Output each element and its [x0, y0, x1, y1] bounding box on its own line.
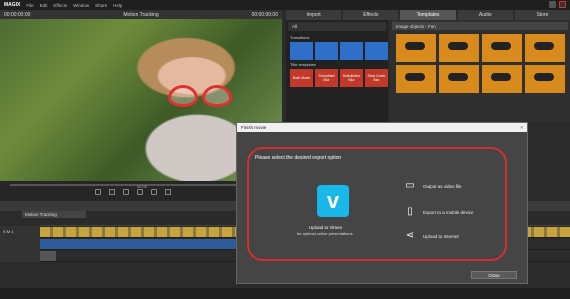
objects-select[interactable]: Image objects - Fun — [392, 22, 568, 30]
menu-effects[interactable]: Effects — [53, 3, 67, 8]
menu-share[interactable]: Share — [95, 3, 107, 8]
title-tile[interactable]: Smoothed Blur — [315, 69, 338, 87]
option-mobile[interactable]: ▯ Export to a mobile device — [405, 206, 474, 217]
media-pool-tabs: Import Effects Templates Audio Store — [286, 10, 570, 20]
title-tile[interactable]: Slow Cover Blur — [365, 69, 388, 87]
folder-icon: ▭ — [405, 180, 415, 191]
category-select[interactable]: All — [288, 22, 386, 31]
object-clip[interactable] — [40, 251, 56, 261]
play-icon[interactable] — [137, 189, 143, 195]
object-thumb[interactable] — [396, 34, 436, 62]
menu-edit[interactable]: Edit — [40, 3, 48, 8]
object-thumb[interactable] — [439, 65, 479, 93]
next-icon[interactable] — [165, 189, 171, 195]
highlight-frame — [247, 147, 507, 261]
transition-tile[interactable] — [290, 42, 313, 60]
stop-icon[interactable] — [123, 189, 129, 195]
track-header[interactable] — [0, 238, 40, 250]
title-tile[interactable]: Softclimber Blur — [340, 69, 363, 87]
heart-glasses-object[interactable] — [168, 85, 238, 109]
close-button[interactable]: Close — [471, 271, 517, 279]
finish-movie-dialog: Finish movie × Please select the desired… — [236, 122, 528, 284]
tab-templates[interactable]: Templates — [400, 10, 456, 20]
option-label: Output as video file — [423, 183, 462, 189]
tab-audio[interactable]: Audio — [457, 10, 513, 20]
vimeo-icon[interactable]: v — [317, 185, 349, 217]
transition-tile[interactable] — [365, 42, 388, 60]
app-logo: MAGIX — [4, 2, 21, 8]
image-objects-pane: Image objects - Fun — [390, 20, 570, 122]
object-thumb[interactable] — [396, 65, 436, 93]
mobile-icon: ▯ — [407, 206, 413, 217]
tool-icon[interactable] — [549, 1, 556, 8]
share-icon: ⋖ — [405, 230, 415, 241]
object-thumb[interactable] — [525, 34, 565, 62]
option-internet[interactable]: ⋖ Upload to Internet — [405, 231, 459, 241]
option-label: Export to a mobile device — [423, 209, 474, 215]
menu-bar: MAGIX File Edit Effects Window Share Hel… — [0, 0, 570, 10]
timeline-tab[interactable]: Motion Tracking — [22, 211, 86, 218]
status-bar — [0, 288, 570, 299]
tab-effects[interactable]: Effects — [343, 10, 399, 20]
time-left: 00:00:00:00 — [4, 11, 31, 18]
video-header: 00:00:00:00 Motion Tracking 00:00:00:00 — [0, 10, 282, 19]
track-header[interactable] — [0, 250, 40, 262]
templates-list: All Transitions Title templates Both Mod… — [286, 20, 388, 122]
dialog-title-bar: Finish movie × — [237, 123, 527, 132]
track-header[interactable]: S M 1 — [0, 226, 40, 238]
vimeo-sub: for optimal online presentations — [297, 231, 353, 236]
object-thumb[interactable] — [525, 65, 565, 93]
forward-icon[interactable] — [151, 189, 157, 195]
menu-window[interactable]: Window — [73, 3, 89, 8]
tab-store[interactable]: Store — [514, 10, 570, 20]
option-video-file[interactable]: ▭ Output as video file — [405, 180, 462, 191]
dialog-title: Finish movie — [241, 125, 267, 130]
upload-icon[interactable] — [559, 1, 566, 8]
tab-import[interactable]: Import — [286, 10, 342, 20]
option-label: Upload to Internet — [423, 233, 459, 239]
menu-file[interactable]: File — [26, 3, 33, 8]
rewind-icon[interactable] — [109, 189, 115, 195]
object-thumb[interactable] — [482, 65, 522, 93]
prev-icon[interactable] — [95, 189, 101, 195]
transition-tile[interactable] — [315, 42, 338, 60]
vimeo-label[interactable]: Upload to Vimeo — [309, 225, 342, 230]
section-title-templates: Title templates — [290, 62, 316, 67]
section-transitions: Transitions — [290, 35, 310, 40]
close-icon[interactable]: × — [520, 123, 523, 132]
title-tile[interactable]: Both Mode — [290, 69, 313, 87]
object-thumb[interactable] — [482, 34, 522, 62]
video-title: Motion Tracking — [123, 11, 159, 18]
object-thumb[interactable] — [439, 34, 479, 62]
transition-tile[interactable] — [340, 42, 363, 60]
dialog-heading: Please select the desired export option — [255, 155, 342, 161]
time-right: 00:00:00:00 — [251, 11, 278, 18]
menu-help[interactable]: Help — [113, 3, 122, 8]
